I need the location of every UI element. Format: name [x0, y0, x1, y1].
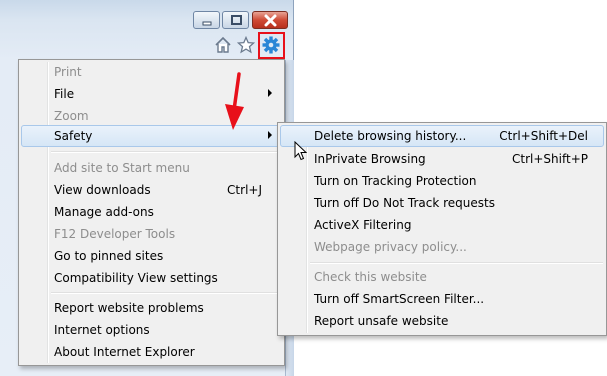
menu-item-f12-developer-tools[interactable]: F12 Developer Tools	[21, 223, 282, 245]
submenu-item-tracking-protection[interactable]: Turn on Tracking Protection	[280, 170, 604, 192]
submenu-arrow-icon	[268, 131, 272, 139]
submenu-item-do-not-track[interactable]: Turn off Do Not Track requests	[280, 192, 604, 214]
menu-separator	[51, 151, 281, 153]
submenu-item-privacy-policy[interactable]: Webpage privacy policy...	[280, 236, 604, 258]
menu-item-label: Add site to Start menu	[54, 161, 190, 175]
menu-item-label: Delete browsing history...	[314, 129, 467, 143]
menu-item-shortcut: Ctrl+J	[227, 183, 262, 197]
maximize-icon	[231, 15, 242, 25]
safety-submenu: Delete browsing history... Ctrl+Shift+De…	[277, 122, 607, 336]
menu-item-label: Check this website	[314, 270, 427, 284]
menu-item-about-ie[interactable]: About Internet Explorer	[21, 341, 282, 363]
submenu-item-delete-history[interactable]: Delete browsing history... Ctrl+Shift+De…	[280, 125, 604, 147]
menu-item-label: Report unsafe website	[314, 314, 449, 328]
submenu-item-activex-filtering[interactable]: ActiveX Filtering	[280, 214, 604, 236]
menu-item-label: Internet options	[54, 323, 150, 337]
mouse-pointer-icon	[294, 141, 308, 161]
menu-item-label: Turn off SmartScreen Filter...	[314, 292, 485, 306]
minimize-button[interactable]	[193, 11, 220, 29]
maximize-button[interactable]	[222, 11, 249, 29]
menu-separator	[310, 262, 603, 264]
menu-item-label: F12 Developer Tools	[54, 227, 176, 241]
menu-item-label: Manage add-ons	[54, 205, 154, 219]
submenu-arrow-icon	[268, 89, 272, 97]
menu-item-label: About Internet Explorer	[54, 345, 195, 359]
menu-item-internet-options[interactable]: Internet options	[21, 319, 282, 341]
favorites-star-icon[interactable]	[237, 36, 255, 54]
menu-item-label: Go to pinned sites	[54, 249, 164, 263]
menu-item-compatibility-view[interactable]: Compatibility View settings	[21, 267, 282, 289]
red-arrow-icon	[225, 72, 244, 130]
menu-item-label: Turn off Do Not Track requests	[314, 196, 495, 210]
menu-item-label: InPrivate Browsing	[314, 152, 426, 166]
submenu-item-inprivate[interactable]: InPrivate Browsing Ctrl+Shift+P	[280, 148, 604, 170]
menu-item-add-to-start-menu[interactable]: Add site to Start menu	[21, 157, 282, 179]
minimize-icon	[202, 21, 212, 26]
menu-item-shortcut: Ctrl+Shift+Del	[499, 129, 588, 143]
submenu-item-smartscreen[interactable]: Turn off SmartScreen Filter...	[280, 288, 604, 310]
menu-item-manage-addons[interactable]: Manage add-ons	[21, 201, 282, 223]
menu-item-label: View downloads	[54, 183, 151, 197]
close-icon	[264, 14, 277, 27]
close-button[interactable]	[252, 11, 288, 29]
menu-item-label: Safety	[54, 129, 93, 143]
submenu-item-report-unsafe[interactable]: Report unsafe website	[280, 310, 604, 332]
menu-separator	[51, 292, 281, 294]
menu-item-label: Print	[54, 65, 82, 79]
menu-item-view-downloads[interactable]: View downloads Ctrl+J	[21, 179, 282, 201]
menu-item-shortcut: Ctrl+Shift+P	[512, 152, 588, 166]
menu-item-label: Zoom	[54, 109, 89, 123]
menu-item-label: ActiveX Filtering	[314, 218, 412, 232]
home-icon[interactable]	[214, 36, 232, 54]
menu-item-label: Webpage privacy policy...	[314, 240, 467, 254]
menu-item-label: Turn on Tracking Protection	[314, 174, 477, 188]
menu-item-report-website-problems[interactable]: Report website problems	[21, 297, 282, 319]
menu-item-label: File	[54, 87, 75, 101]
menu-item-label: Report website problems	[54, 301, 204, 315]
menu-item-label: Compatibility View settings	[54, 271, 218, 285]
menu-item-pinned-sites[interactable]: Go to pinned sites	[21, 245, 282, 267]
submenu-item-check-website[interactable]: Check this website	[280, 266, 604, 288]
tools-gear-icon[interactable]	[262, 36, 280, 54]
